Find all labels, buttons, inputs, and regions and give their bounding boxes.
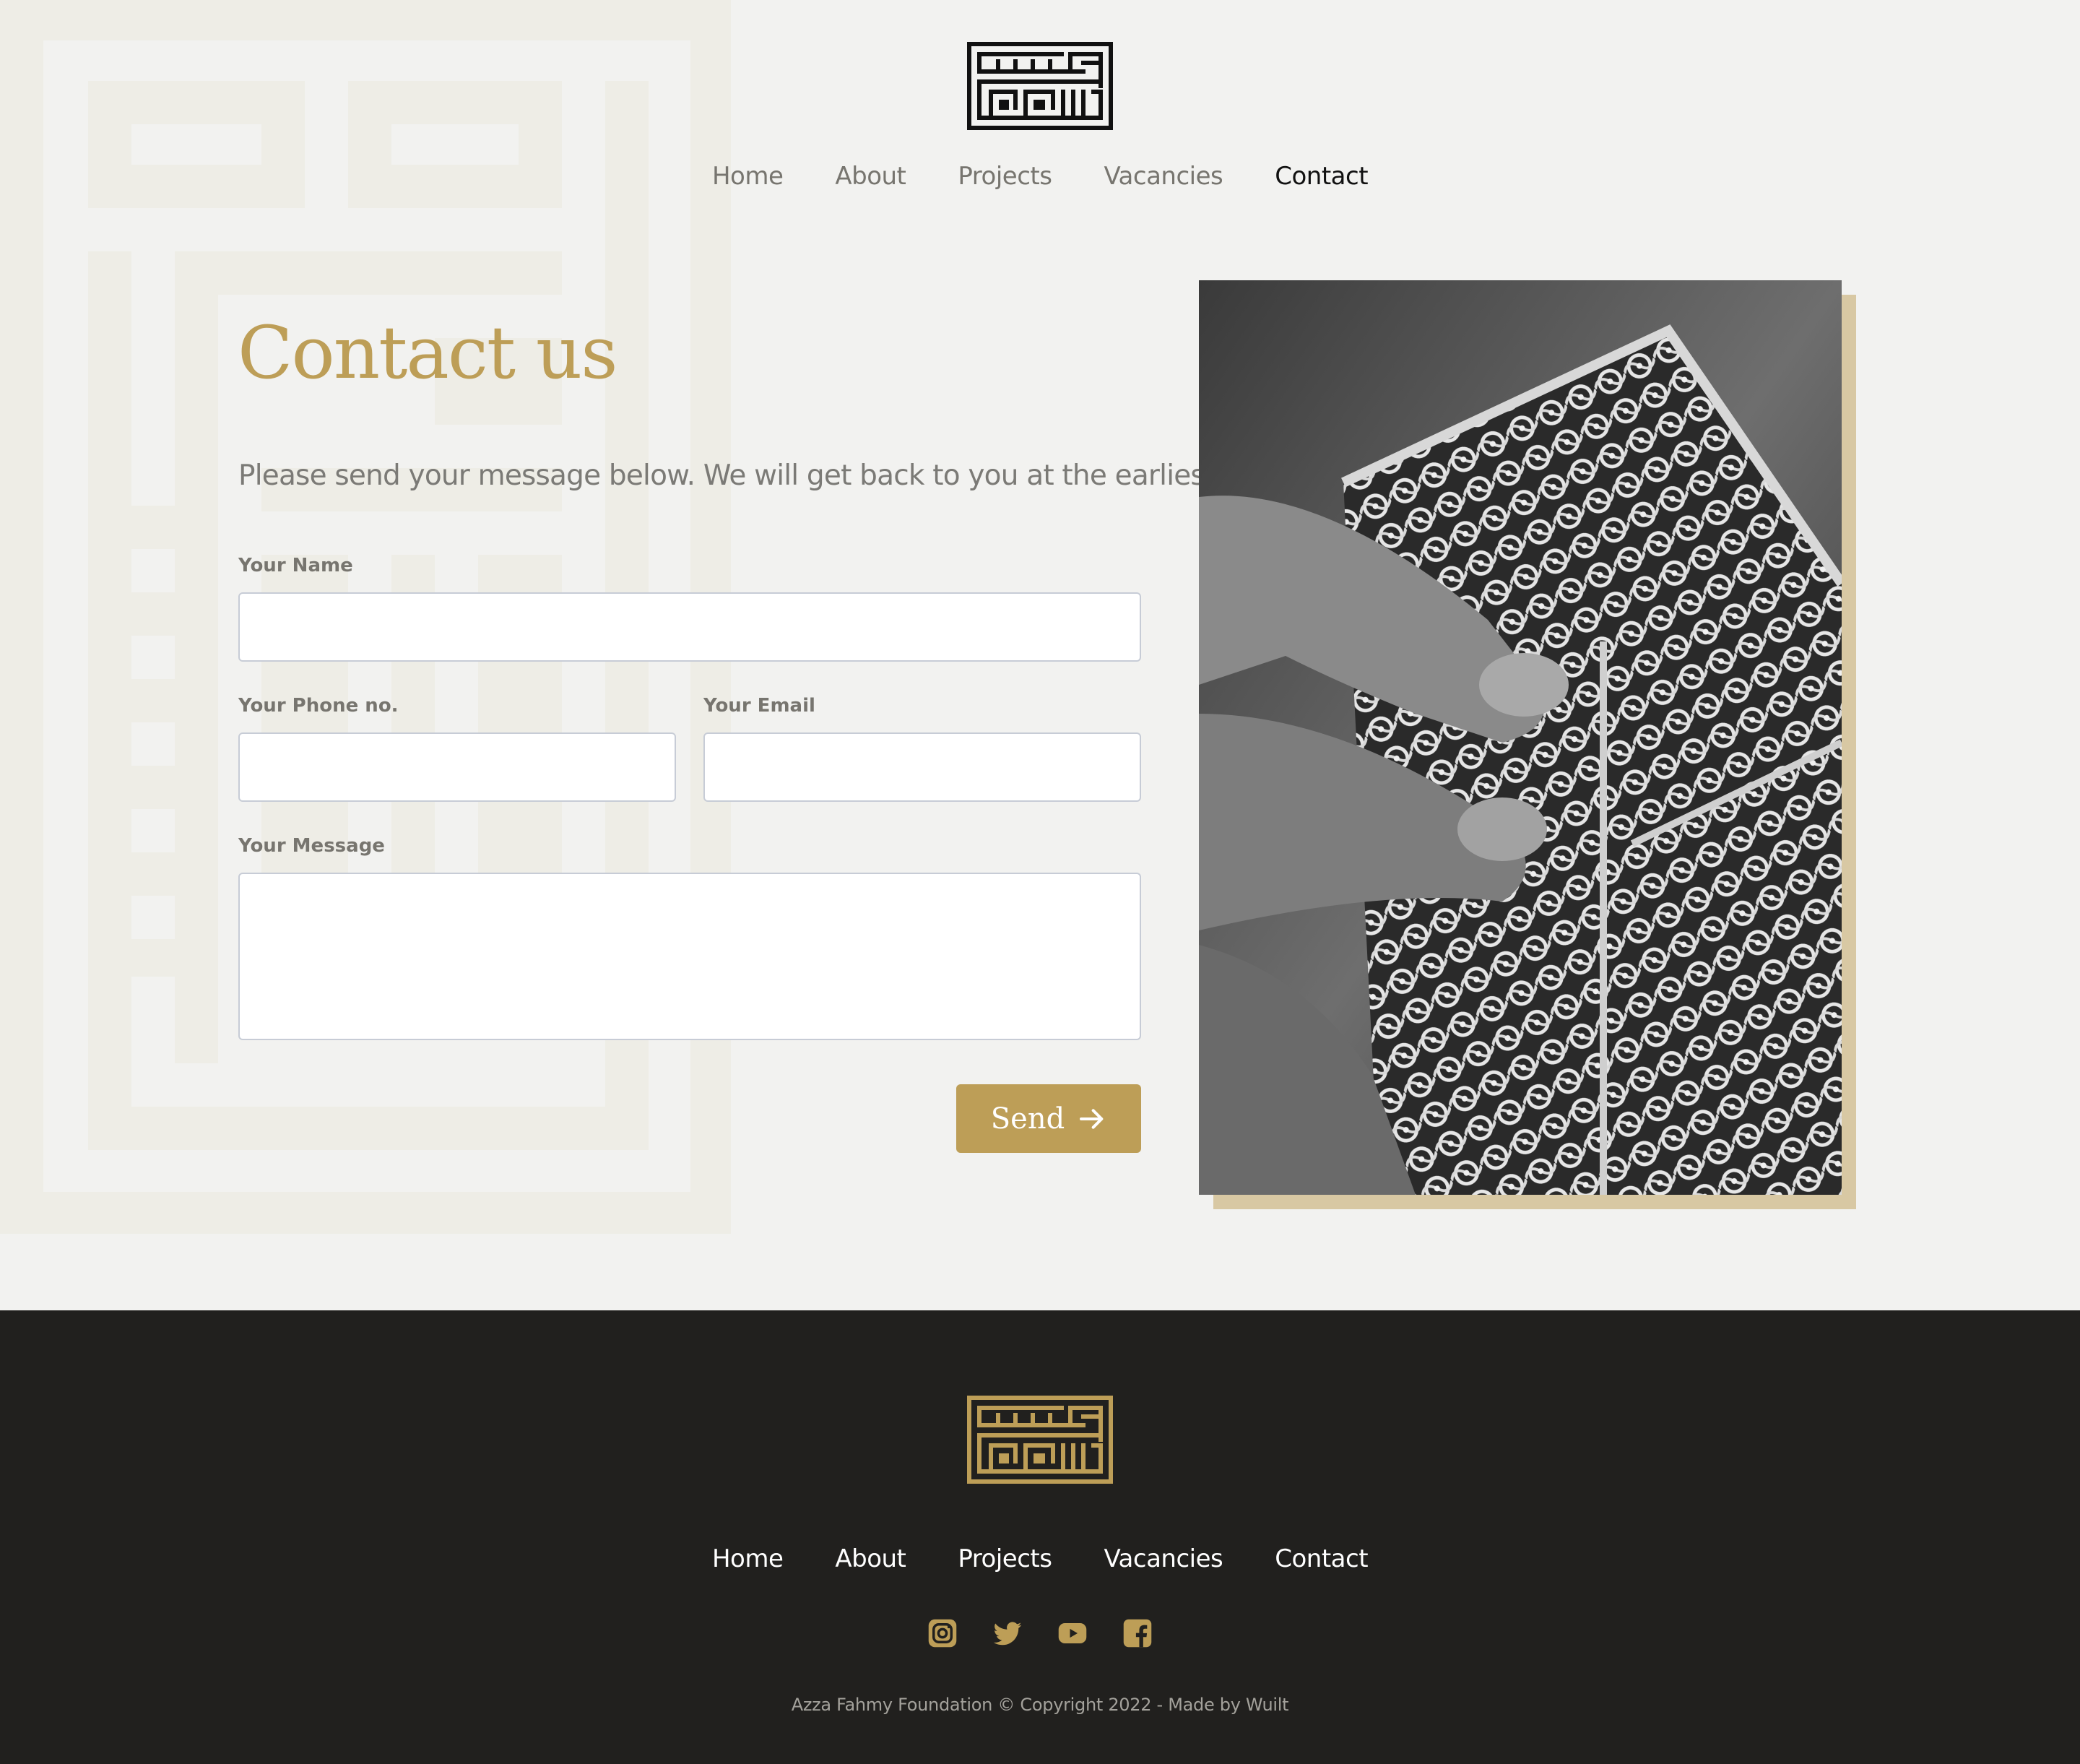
footer-nav: Home About Projects Vacancies Contact bbox=[0, 1544, 2080, 1573]
artisan-photo bbox=[1199, 280, 1842, 1195]
footer-nav-about[interactable]: About bbox=[835, 1544, 906, 1573]
arrow-right-icon bbox=[1080, 1108, 1104, 1129]
nav-contact[interactable]: Contact bbox=[1275, 162, 1368, 191]
intro-text: Please send your message below. We will … bbox=[238, 459, 1226, 492]
email-input[interactable] bbox=[703, 732, 1141, 802]
instagram-icon[interactable] bbox=[927, 1618, 958, 1648]
nav-projects[interactable]: Projects bbox=[958, 162, 1052, 191]
main-nav: Home About Projects Vacancies Contact bbox=[0, 162, 2080, 191]
footer-nav-projects[interactable]: Projects bbox=[958, 1544, 1052, 1573]
site-footer: Home About Projects Vacancies Contact Az… bbox=[0, 1310, 2080, 1764]
copyright-text: Azza Fahmy Foundation © Copyright 2022 -… bbox=[791, 1695, 1289, 1715]
foundation-logo[interactable] bbox=[967, 42, 1113, 130]
name-input[interactable] bbox=[238, 592, 1141, 662]
footer-nav-vacancies[interactable]: Vacancies bbox=[1104, 1544, 1223, 1573]
email-label: Your Email bbox=[703, 695, 815, 717]
phone-input[interactable] bbox=[238, 732, 676, 802]
twitter-icon[interactable] bbox=[992, 1618, 1023, 1648]
page-title: Contact us bbox=[238, 311, 618, 395]
send-button-label: Send bbox=[990, 1102, 1065, 1136]
footer-nav-contact[interactable]: Contact bbox=[1275, 1544, 1368, 1573]
message-label: Your Message bbox=[238, 835, 385, 857]
footer-nav-home[interactable]: Home bbox=[712, 1544, 784, 1573]
social-links bbox=[0, 1618, 2080, 1648]
footer-logo[interactable] bbox=[967, 1396, 1113, 1484]
message-textarea[interactable] bbox=[238, 873, 1141, 1040]
send-button[interactable]: Send bbox=[956, 1084, 1141, 1153]
facebook-icon[interactable] bbox=[1122, 1618, 1153, 1648]
phone-label: Your Phone no. bbox=[238, 695, 399, 717]
nav-vacancies[interactable]: Vacancies bbox=[1104, 162, 1223, 191]
nav-home[interactable]: Home bbox=[712, 162, 784, 191]
name-label: Your Name bbox=[238, 555, 353, 576]
nav-about[interactable]: About bbox=[835, 162, 906, 191]
youtube-icon[interactable] bbox=[1057, 1618, 1088, 1648]
